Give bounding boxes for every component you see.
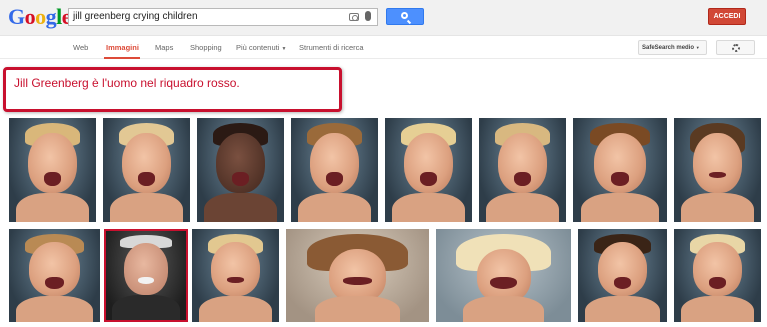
image-result[interactable] [573, 118, 667, 222]
camera-icon[interactable] [349, 13, 359, 21]
tab-more-label: Più contenuti [236, 43, 280, 52]
gear-icon [732, 44, 740, 52]
image-result[interactable] [9, 118, 96, 222]
chevron-down-icon: ▼ [281, 46, 287, 52]
tab-more[interactable]: Più contenuti ▼ [236, 43, 286, 52]
image-result[interactable] [291, 118, 378, 222]
image-result[interactable] [674, 118, 761, 222]
image-result[interactable] [578, 229, 667, 322]
image-result[interactable] [197, 118, 284, 222]
image-result[interactable] [385, 118, 472, 222]
tab-maps[interactable]: Maps [155, 43, 173, 52]
search-nav-bar: Web Immagini Maps Shopping Più contenuti… [0, 37, 767, 59]
image-result[interactable] [286, 229, 429, 322]
search-input[interactable]: jill greenberg crying children [68, 8, 378, 26]
search-icon [401, 12, 408, 19]
logo-letter: g [45, 4, 57, 29]
tab-web[interactable]: Web [73, 43, 88, 52]
microphone-icon[interactable] [365, 11, 371, 21]
google-logo[interactable]: Google [8, 4, 72, 30]
search-button[interactable] [386, 8, 424, 25]
safesearch-label: SafeSearch medio [642, 45, 695, 51]
signin-button[interactable]: ACCEDI [708, 8, 746, 25]
active-tab-indicator [104, 57, 140, 59]
image-result[interactable] [9, 229, 100, 322]
top-bar: Google jill greenberg crying children AC… [0, 0, 767, 36]
logo-letter: o [35, 4, 46, 29]
search-query-text: jill greenberg crying children [73, 11, 198, 22]
image-result-highlighted[interactable] [104, 229, 188, 322]
logo-letter: o [24, 4, 36, 29]
safesearch-dropdown[interactable]: SafeSearch medio ▼ [638, 40, 707, 55]
image-result[interactable] [436, 229, 571, 322]
image-result[interactable] [103, 118, 190, 222]
tab-search-tools[interactable]: Strumenti di ricerca [299, 43, 364, 52]
annotation-callout: Jill Greenberg è l'uomo nel riquadro ros… [3, 67, 342, 112]
tab-images[interactable]: Immagini [106, 43, 139, 52]
tab-shopping[interactable]: Shopping [190, 43, 222, 52]
image-result[interactable] [674, 229, 761, 322]
annotation-text: Jill Greenberg è l'uomo nel riquadro ros… [14, 76, 240, 90]
image-result[interactable] [479, 118, 566, 222]
chevron-down-icon: ▼ [695, 45, 700, 50]
logo-letter: G [8, 4, 25, 29]
image-result[interactable] [192, 229, 279, 322]
settings-button[interactable] [716, 40, 755, 55]
